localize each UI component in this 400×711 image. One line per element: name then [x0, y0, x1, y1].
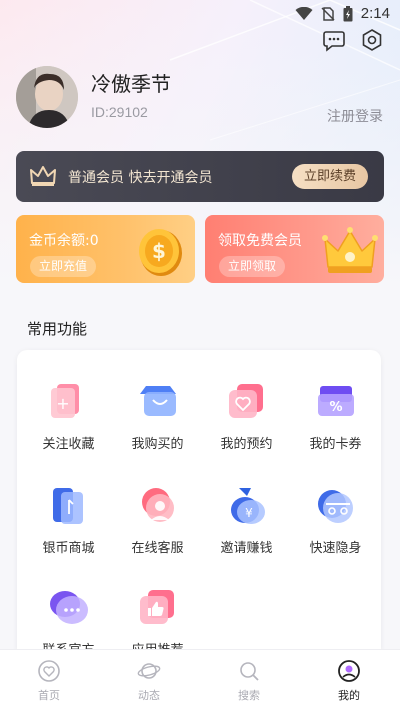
- coin-balance: 金币余额:0: [29, 233, 99, 249]
- grid-label: 快速隐身: [309, 541, 362, 556]
- svg-text:%: %: [329, 400, 342, 415]
- planet-icon: [137, 663, 161, 679]
- grid-label: 我的预约: [220, 437, 273, 452]
- home-heart-icon: [38, 660, 60, 682]
- username: 冷傲季节: [91, 72, 171, 96]
- gold-coin-icon: $: [139, 229, 182, 276]
- grid-label: 在线客服: [131, 541, 184, 556]
- status-bar: 2:14: [0, 0, 400, 28]
- nav-item-search[interactable]: 搜索: [219, 659, 279, 703]
- nav-item-home[interactable]: 首页: [19, 659, 79, 703]
- grid-item-reservation[interactable]: 我的预约: [201, 380, 292, 480]
- grid-label: 我的卡券: [309, 437, 362, 452]
- free-member-title: 领取免费会员: [218, 233, 302, 249]
- register-login-link[interactable]: 注册登录: [327, 106, 383, 126]
- customer-service-icon: [142, 488, 174, 522]
- money-bag-icon: ¥: [231, 488, 265, 524]
- avatar[interactable]: [16, 66, 78, 128]
- coupon-icon: %: [318, 386, 354, 416]
- reservation-icon: [229, 384, 263, 418]
- bottom-nav: 首页 动态 搜索 我的: [0, 649, 400, 711]
- chat-bubble-icon: [50, 591, 88, 624]
- grid-label: 关注收藏: [42, 437, 95, 452]
- status-time: 2:14: [360, 5, 390, 22]
- battery-icon: [343, 5, 353, 21]
- grid-label: 我购买的: [131, 437, 184, 452]
- section-title-common-functions: 常用功能: [27, 320, 88, 338]
- grid-item-purchased[interactable]: 我购买的: [112, 380, 203, 480]
- renew-button[interactable]: 立即续费: [292, 164, 368, 189]
- wifi-icon: [295, 6, 313, 20]
- settings-icon[interactable]: [360, 28, 384, 52]
- mall-icon: [53, 488, 83, 524]
- profile-icon: [338, 660, 360, 682]
- function-grid: + 关注收藏 我购买的 我的预约 % 我的卡券 银币商城 在线客服 ¥ 邀请赚钱…: [17, 350, 381, 660]
- crown-icon: [30, 166, 56, 186]
- gold-crown-icon: [322, 227, 378, 273]
- user-id: ID:29102: [91, 104, 148, 120]
- grid-item-incognito[interactable]: 快速隐身: [290, 484, 381, 584]
- vip-status-text: 普通会员 快去开通会员: [68, 170, 213, 186]
- grid-item-invite[interactable]: ¥ 邀请赚钱: [201, 484, 292, 584]
- svg-text:¥: ¥: [245, 506, 253, 520]
- grid-label: 邀请赚钱: [220, 541, 273, 556]
- thumbs-up-icon: [140, 590, 174, 624]
- nav-label: 首页: [38, 689, 60, 702]
- grid-label: 银币商城: [42, 541, 95, 556]
- search-icon: [240, 662, 259, 681]
- grid-item-collect[interactable]: + 关注收藏: [23, 380, 114, 480]
- recharge-button[interactable]: 立即充值: [30, 256, 97, 277]
- incognito-icon: [318, 490, 353, 523]
- coin-balance-card[interactable]: 金币余额:0 立即充值 $: [16, 215, 195, 283]
- svg-text:$: $: [152, 239, 166, 263]
- nav-item-feed[interactable]: 动态: [119, 659, 179, 703]
- grid-item-mall[interactable]: 银币商城: [23, 484, 114, 584]
- claim-button[interactable]: 立即领取: [219, 256, 286, 277]
- nav-label: 我的: [338, 689, 360, 702]
- collect-icon: +: [51, 384, 79, 418]
- grid-item-customer-service[interactable]: 在线客服: [112, 484, 203, 584]
- no-sim-icon: [321, 6, 335, 21]
- nav-label: 动态: [138, 689, 160, 702]
- grid-item-coupon[interactable]: % 我的卡券: [290, 380, 381, 480]
- message-icon[interactable]: [322, 28, 346, 52]
- svg-text:+: +: [56, 394, 69, 413]
- nav-item-mine[interactable]: 我的: [319, 659, 379, 703]
- free-member-card[interactable]: 领取免费会员 立即领取: [205, 215, 384, 283]
- vip-banner[interactable]: 普通会员 快去开通会员 立即续费: [16, 151, 384, 202]
- shopping-bag-icon: [140, 386, 176, 416]
- nav-label: 搜索: [238, 689, 260, 702]
